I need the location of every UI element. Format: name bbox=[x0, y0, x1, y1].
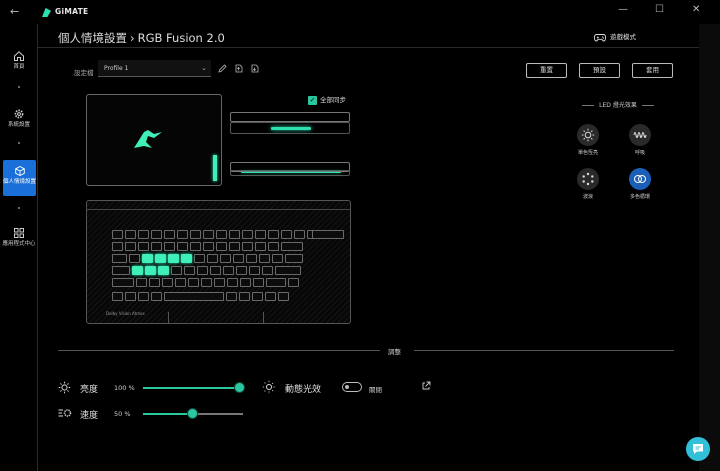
cube-icon bbox=[14, 165, 25, 177]
numpad bbox=[312, 230, 344, 239]
divider-dot bbox=[18, 86, 20, 88]
checkmark-icon: ✓ bbox=[308, 95, 317, 105]
effect-label: 呼吸 bbox=[634, 150, 645, 156]
profile-value: Profile 1 bbox=[104, 65, 129, 72]
back-button[interactable]: ← bbox=[10, 5, 19, 18]
sun-icon bbox=[581, 128, 595, 142]
sidebar-item-home[interactable]: 首頁 bbox=[0, 50, 38, 71]
sidebar-item-label: 首頁 bbox=[13, 64, 25, 70]
scrollbar-track[interactable] bbox=[699, 24, 720, 471]
gamepad-icon bbox=[594, 33, 606, 41]
sidebar-item-label: 應用程式中心 bbox=[2, 241, 36, 247]
app-title: GiMATE bbox=[55, 7, 89, 16]
adjust-divider-left bbox=[58, 350, 380, 351]
key-row-4 bbox=[112, 266, 301, 275]
cycle-icon bbox=[634, 175, 646, 183]
profile-dropdown[interactable]: Profile 1 ⌄ bbox=[98, 60, 211, 77]
divider-dot bbox=[18, 207, 20, 209]
gear-icon bbox=[14, 109, 24, 119]
divider-dot bbox=[18, 142, 20, 144]
minimize-button[interactable]: — bbox=[618, 4, 628, 15]
speed-label: 速度 bbox=[80, 411, 99, 421]
chevron-down-icon: ⌄ bbox=[201, 64, 207, 72]
preview-button[interactable]: 預設 bbox=[579, 63, 620, 78]
chat-support-button[interactable] bbox=[686, 437, 710, 461]
brightness-icon bbox=[58, 381, 71, 394]
dots-circle-icon bbox=[582, 172, 594, 186]
close-button[interactable]: ✕ bbox=[692, 4, 700, 15]
key-row-5 bbox=[112, 278, 299, 287]
key-row-6 bbox=[112, 292, 289, 301]
effect-label: 單色恆亮 bbox=[577, 150, 598, 156]
brightness-fill bbox=[143, 387, 240, 389]
speed-fill bbox=[143, 413, 193, 415]
external-link-icon[interactable] bbox=[421, 381, 431, 391]
sync-all-checkbox[interactable]: ✓ 全部同步 bbox=[308, 94, 346, 105]
page-header: 個人情境設置 › RGB Fusion 2.0 遊戲模式 bbox=[38, 24, 699, 48]
export-icon[interactable] bbox=[234, 64, 243, 73]
chat-bubble-icon bbox=[693, 444, 703, 454]
reset-button[interactable]: 重置 bbox=[526, 63, 567, 78]
trackpad bbox=[168, 312, 264, 324]
effect-breathing[interactable]: 呼吸 bbox=[620, 124, 660, 156]
key-row-1 bbox=[112, 230, 318, 239]
breadcrumb-current: RGB Fusion 2.0 bbox=[137, 31, 225, 45]
breadcrumb-parent[interactable]: 個人情境設置 bbox=[58, 31, 127, 45]
key-row-2 bbox=[112, 242, 303, 251]
speed-thumb[interactable] bbox=[188, 409, 197, 418]
dynamic-light-label: 動態光效 bbox=[285, 385, 322, 395]
adjust-title: 調整 bbox=[388, 348, 401, 356]
apps-grid-icon bbox=[14, 228, 24, 238]
brightness-slider[interactable] bbox=[143, 383, 244, 392]
laptop-rear-zone[interactable] bbox=[230, 112, 350, 122]
title-bar: ← GiMATE — ☐ ✕ bbox=[0, 0, 720, 24]
led-effects-title: LED 燈光效果 bbox=[568, 100, 668, 109]
dolby-brand-text: Dolby Vision Atmos bbox=[106, 311, 145, 316]
sidebar-item-personal-profile[interactable]: 個人情境設置 bbox=[3, 160, 36, 196]
laptop-side-edge bbox=[230, 170, 350, 176]
speed-slider[interactable] bbox=[143, 409, 243, 418]
breadcrumb: 個人情境設置 › RGB Fusion 2.0 bbox=[58, 30, 225, 46]
key-row-3 bbox=[112, 254, 303, 263]
apply-button[interactable]: 套用 bbox=[632, 63, 673, 78]
sync-all-label: 全部同步 bbox=[320, 96, 346, 104]
breadcrumb-separator: › bbox=[130, 31, 135, 45]
wave-icon bbox=[633, 132, 647, 138]
edit-pencil-icon[interactable] bbox=[218, 64, 227, 73]
brightness-label: 亮度 bbox=[80, 385, 99, 395]
import-icon[interactable] bbox=[250, 64, 259, 73]
adjust-divider-right bbox=[414, 350, 674, 351]
brightness-thumb[interactable] bbox=[235, 383, 244, 392]
speed-value: 50 % bbox=[114, 410, 131, 418]
effect-wave[interactable]: 波浪 bbox=[568, 168, 608, 200]
dynamic-light-icon bbox=[262, 380, 276, 394]
maximize-button[interactable]: ☐ bbox=[655, 4, 664, 15]
game-mode-button[interactable]: 遊戲模式 bbox=[594, 31, 636, 42]
game-mode-label: 遊戲模式 bbox=[610, 33, 636, 41]
sidebar-item-label: 系統設置 bbox=[7, 122, 30, 128]
sidebar-item-app-center[interactable]: 應用程式中心 bbox=[0, 227, 38, 248]
gimate-logo-icon bbox=[42, 8, 51, 17]
dynamic-light-state: 關閉 bbox=[369, 386, 382, 394]
rear-light-bar bbox=[271, 127, 311, 130]
effect-static[interactable]: 單色恆亮 bbox=[568, 124, 608, 156]
home-icon bbox=[14, 51, 24, 61]
sidebar: 首頁 系統設置 個人情境設置 應用程式中心 bbox=[0, 24, 38, 471]
aorus-logo-icon bbox=[134, 130, 162, 148]
laptop-lid-zone[interactable] bbox=[86, 94, 222, 186]
effect-label: 多色循環 bbox=[629, 194, 650, 200]
side-light-bar bbox=[241, 172, 341, 173]
profile-label: 設定檔 bbox=[74, 69, 94, 77]
dynamic-light-toggle[interactable] bbox=[342, 382, 362, 392]
brightness-value: 100 % bbox=[114, 384, 135, 392]
toggle-knob bbox=[345, 385, 349, 389]
effect-color-cycle[interactable]: 多色循環 bbox=[620, 168, 660, 200]
keyboard-hinge bbox=[86, 198, 351, 210]
effect-label: 波浪 bbox=[582, 194, 593, 200]
speed-icon bbox=[58, 409, 72, 417]
sidebar-item-label: 個人情境設置 bbox=[3, 179, 37, 185]
lid-light-strip bbox=[213, 155, 217, 181]
laptop-rear-vent bbox=[230, 122, 350, 134]
sidebar-item-system-settings[interactable]: 系統設置 bbox=[0, 108, 38, 129]
